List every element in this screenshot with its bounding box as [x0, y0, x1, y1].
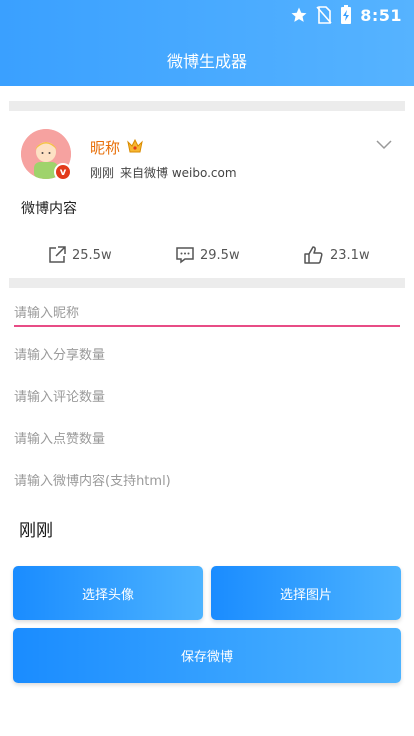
content-field-wrapper [14, 474, 400, 489]
page-title: 微博生成器 [166, 52, 247, 71]
post-nickname: 昵称 [90, 139, 121, 157]
share-field-wrapper [14, 348, 400, 363]
app-header: 8:51 微博生成器 [0, 0, 414, 86]
status-bar: 8:51 [290, 0, 414, 30]
save-post-button[interactable]: 保存微博 [13, 628, 401, 683]
post-meta: 刚刚 来自微博 weibo.com [90, 164, 243, 181]
clock: 8:51 [360, 5, 402, 25]
share-icon [49, 246, 66, 263]
vip-crown-icon [127, 139, 143, 153]
share-count-input[interactable] [14, 348, 400, 363]
like-action[interactable]: 23.1w [304, 246, 370, 264]
content-input[interactable] [14, 474, 400, 489]
like-field-wrapper [14, 432, 400, 447]
post-source: 来自微博 weibo.com [120, 166, 237, 180]
verified-badge-icon: v [54, 163, 72, 181]
chevron-down-icon[interactable] [376, 140, 392, 150]
thumbs-up-icon [304, 246, 323, 264]
comment-field-wrapper [14, 390, 400, 405]
nickname-field-wrapper [14, 306, 400, 327]
time-selector[interactable]: 刚刚 [19, 516, 53, 541]
divider-top [9, 101, 405, 111]
comment-icon [176, 247, 194, 264]
battery-charging-icon [341, 5, 352, 24]
like-count: 23.1w [330, 247, 370, 263]
share-count: 25.5w [72, 247, 112, 263]
choose-image-button[interactable]: 选择图片 [211, 566, 401, 620]
divider-bottom [9, 278, 405, 288]
comment-count: 29.5w [200, 247, 240, 263]
nickname-input[interactable] [14, 306, 400, 321]
post-time: 刚刚 [90, 166, 115, 180]
comment-count-input[interactable] [14, 390, 400, 405]
post-content: 微博内容 [21, 201, 77, 217]
no-sim-icon [316, 6, 332, 24]
choose-avatar-button[interactable]: 选择头像 [13, 566, 203, 620]
like-count-input[interactable] [14, 432, 400, 447]
star-icon [291, 7, 307, 22]
comment-action[interactable]: 29.5w [176, 246, 240, 264]
share-action[interactable]: 25.5w [48, 246, 112, 264]
